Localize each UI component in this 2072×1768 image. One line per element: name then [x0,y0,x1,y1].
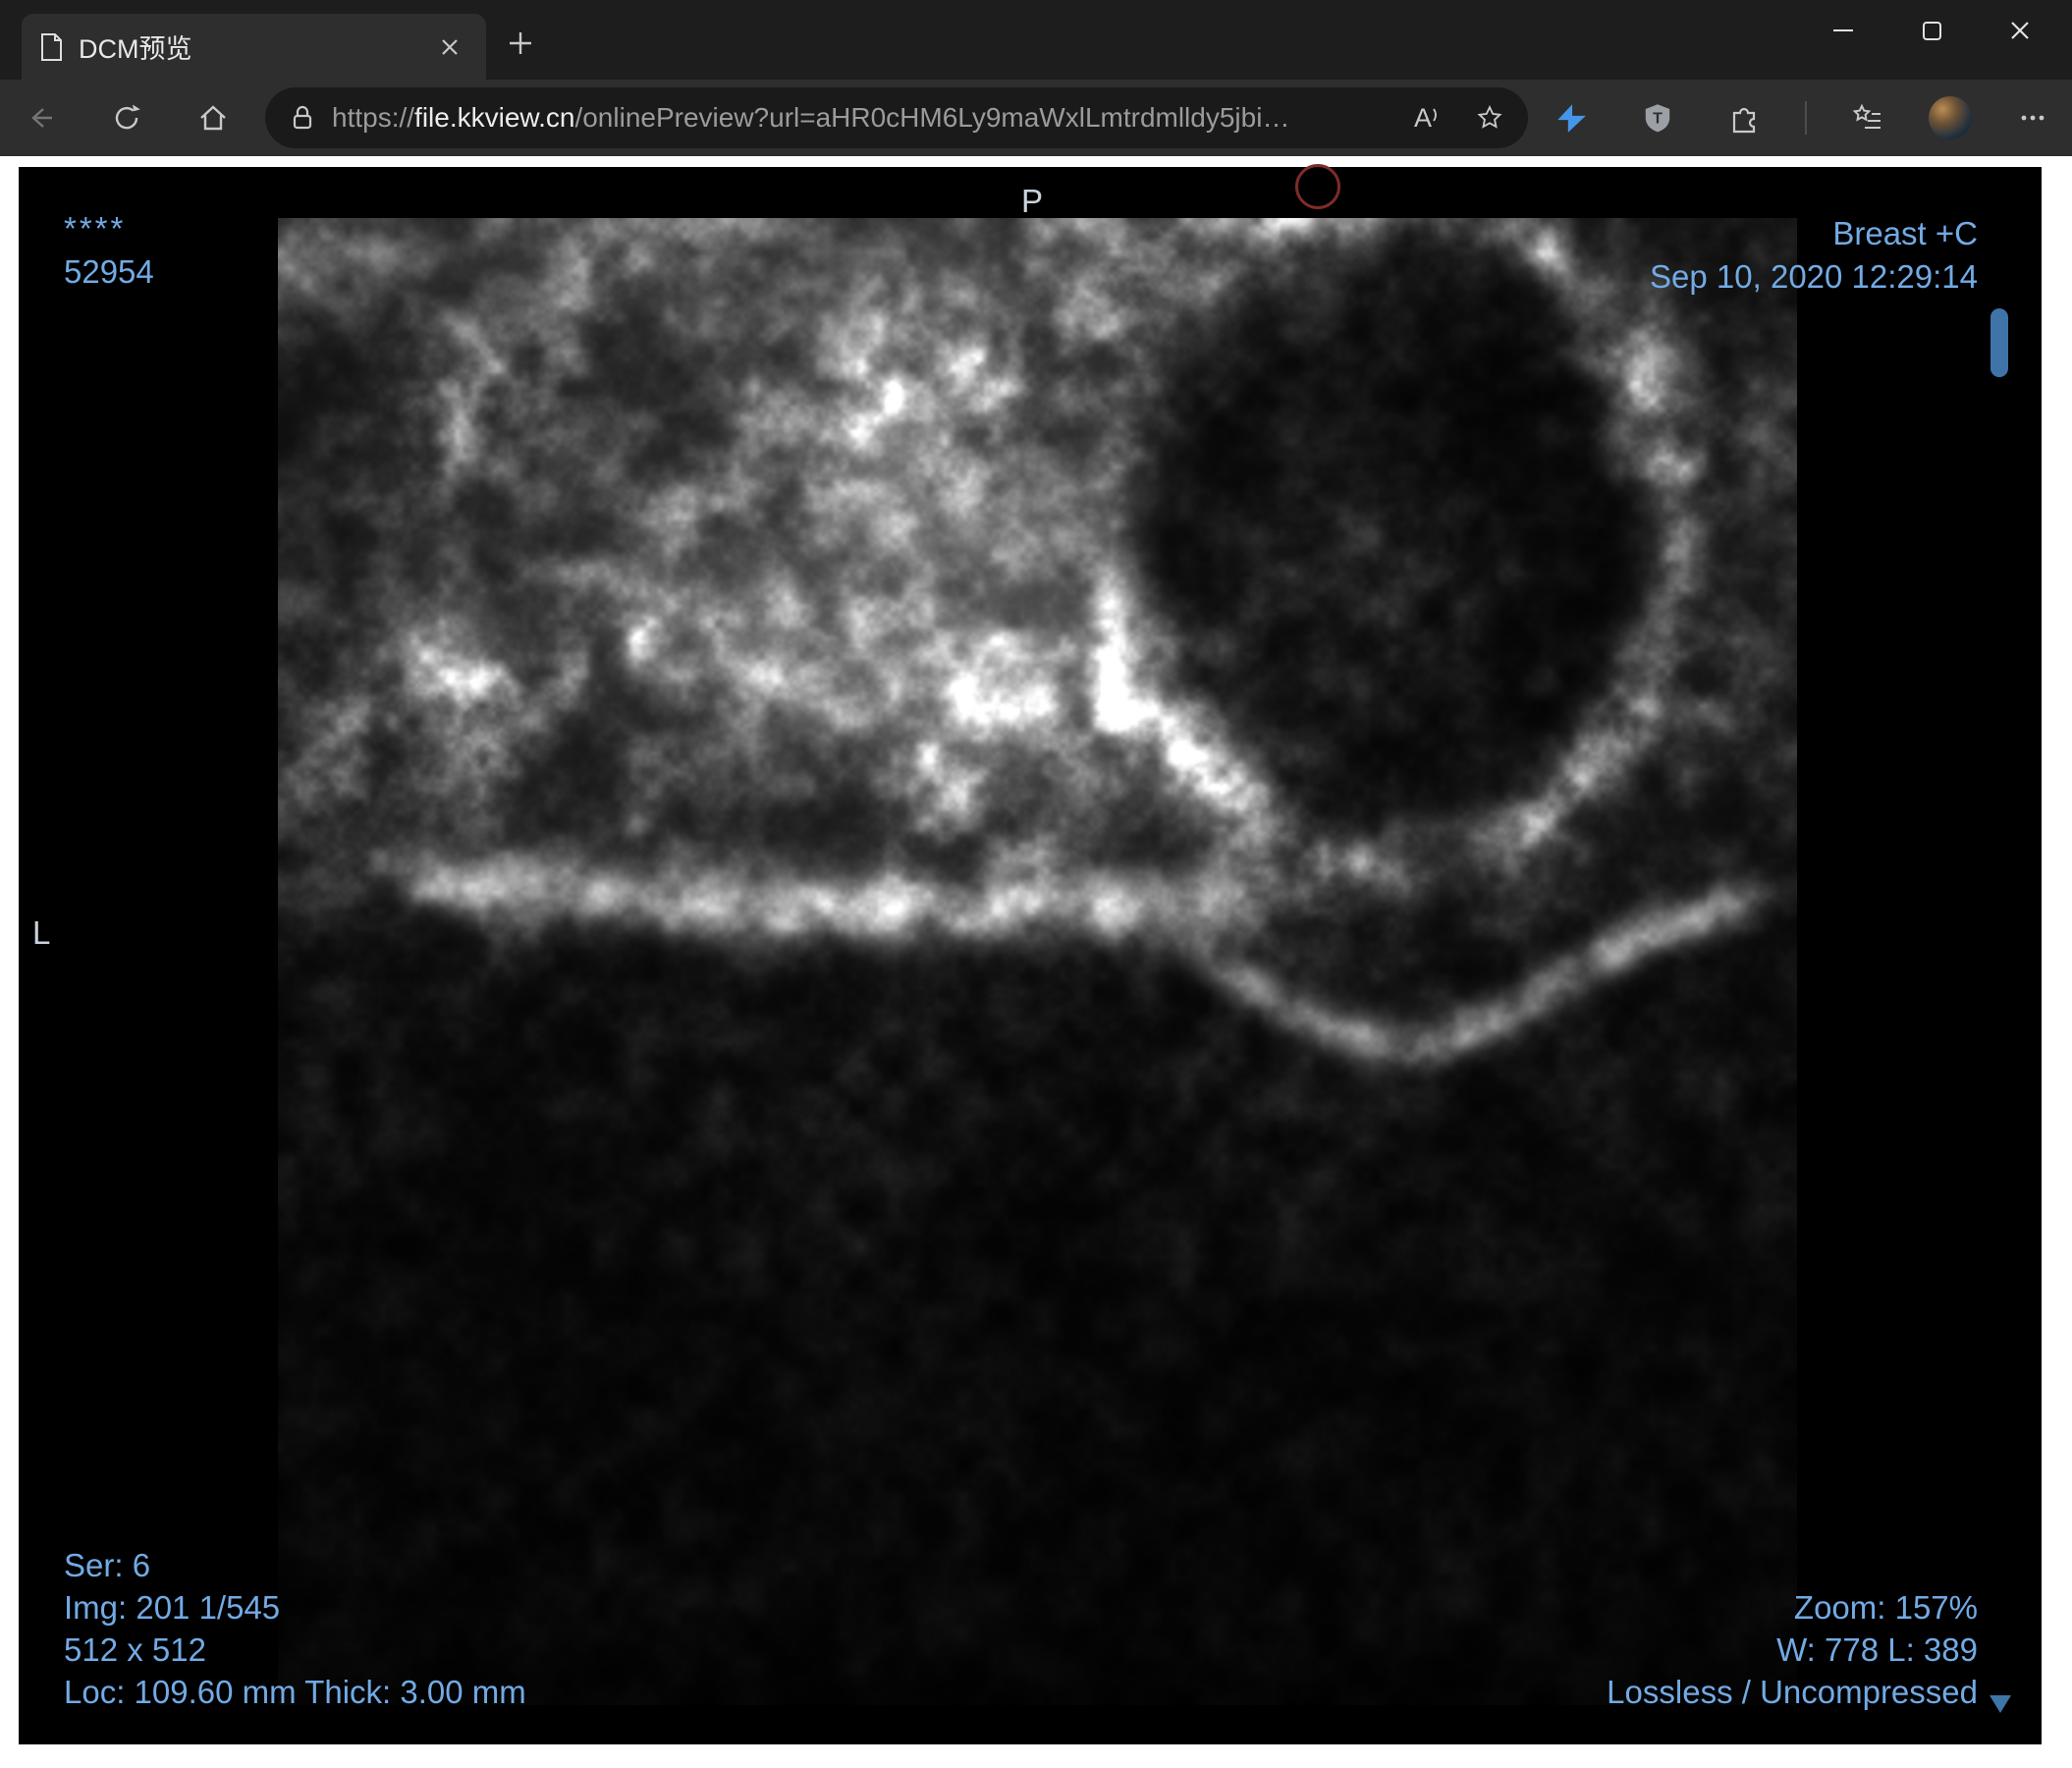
ellipsis-icon [2021,115,2045,121]
overlay-compression: Lossless / Uncompressed [1607,1674,1978,1710]
minimize-button[interactable] [1799,0,1887,61]
maximize-icon [1922,21,1941,40]
scroll-down-arrow-icon[interactable] [1990,1695,2011,1713]
tab-bar: DCM预览 [0,0,2072,80]
svg-text:T: T [1653,110,1663,127]
profile-avatar[interactable] [1929,96,1972,139]
mri-image-canvas[interactable] [278,218,1797,1705]
close-button[interactable] [1976,0,2064,61]
series-scrollbar-thumb[interactable] [1990,308,2008,377]
overlay-series-block: Ser: 6 Img: 201 1/545 512 x 512 Loc: 109… [64,1544,526,1713]
dicom-viewer[interactable]: **** 52954 P L Breast +C Sep 10, 2020 12… [19,164,2042,1744]
overlay-window-level: W: 778 L: 389 [1776,1631,1978,1668]
overlay-datetime: Sep 10, 2020 12:29:14 [1650,258,1978,295]
overlay-patient-block: **** 52954 [64,207,154,294]
favorite-star-button[interactable] [1475,103,1504,133]
window-controls [1799,0,2064,61]
overlay-location: Loc: 109.60 mm Thick: 3.00 mm [64,1674,526,1710]
extension-icon-blue[interactable] [1546,92,1597,143]
url-scheme: https:// [332,102,415,133]
annotation-circle [1295,164,1340,209]
refresh-icon [115,104,140,130]
shield-t-extension-icon[interactable]: T [1632,92,1683,143]
overlay-matrix: 512 x 512 [64,1631,206,1668]
read-aloud-wave-icon [1433,108,1437,121]
overlay-patient-mask: **** [64,210,127,247]
tab-dcm-preview[interactable]: DCM预览 [22,14,486,80]
navigation-bar: https://file.kkview.cn/onlinePreview?url… [0,80,2072,156]
document-icon [37,32,65,62]
read-aloud-label: A [1413,102,1432,133]
extensions-puzzle-icon[interactable] [1718,92,1770,143]
maximize-button[interactable] [1887,0,1976,61]
home-button[interactable] [187,91,240,144]
back-icon [31,108,52,128]
favorites-hub-icon[interactable] [1842,92,1893,143]
overlay-study-block: Breast +C Sep 10, 2020 12:29:14 [1650,212,1978,299]
overlay-patient-id: 52954 [64,253,154,290]
refresh-button[interactable] [100,91,153,144]
overlay-exam-name: Breast +C [1832,215,1978,251]
overlay-zoom: Zoom: 157% [1793,1589,1978,1626]
url-text[interactable]: https://file.kkview.cn/onlinePreview?url… [332,102,1289,134]
page-content: **** 52954 P L Breast +C Sep 10, 2020 12… [0,156,2072,1768]
orientation-marker-left: L [32,914,51,951]
tab-close-icon[interactable] [429,27,470,68]
overlay-display-block: Zoom: 157% W: 778 L: 389 Lossless / Unco… [1607,1586,1978,1713]
address-bar[interactable]: https://file.kkview.cn/onlinePreview?url… [265,87,1528,148]
toolbar-divider [1805,101,1807,135]
home-icon [200,105,226,131]
minimize-icon [1833,29,1853,31]
back-button[interactable] [14,91,67,144]
new-tab-button[interactable] [499,22,542,65]
lock-icon[interactable] [289,103,316,133]
overlay-image-index: Img: 201 1/545 [64,1589,281,1626]
menu-dots-button[interactable] [2007,92,2058,143]
tab-title: DCM预览 [79,34,192,64]
close-icon [2011,22,2029,39]
url-host: file.kkview.cn [414,102,575,133]
url-path: /onlinePreview?url=aHR0cHM6Ly9maWxlLmtrd… [574,102,1290,133]
read-aloud-button[interactable]: A [1413,102,1442,133]
overlay-series: Ser: 6 [64,1547,151,1583]
orientation-marker-posterior: P [1020,183,1043,219]
